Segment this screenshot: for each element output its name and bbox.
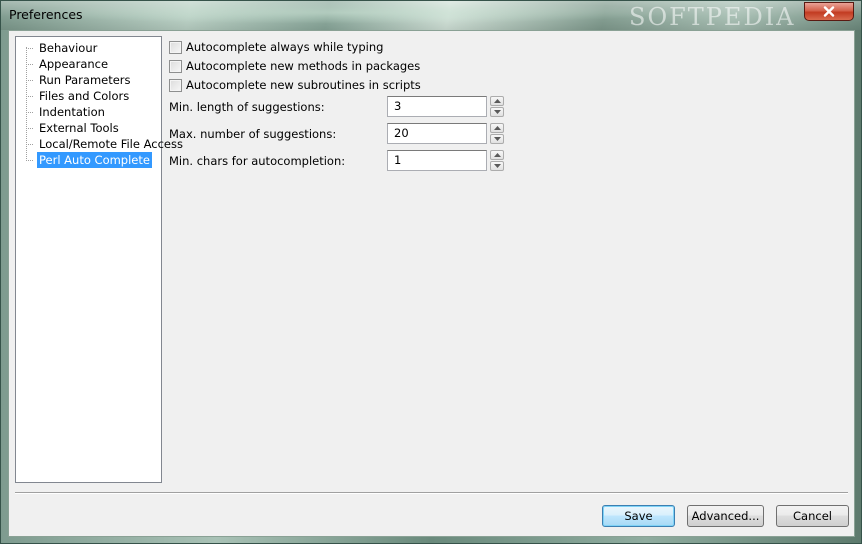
tree-item-label: Behaviour: [39, 41, 98, 55]
tree-branch-line: [26, 144, 33, 145]
dialog-client-area: Behaviour Appearance Run Parameters File…: [8, 30, 855, 537]
autocomplete-always-checkbox[interactable]: [169, 40, 182, 54]
spin-down-button[interactable]: [490, 107, 504, 117]
tree-branch-line: [26, 48, 33, 49]
tree-branch-line: [26, 64, 33, 65]
chevron-down-icon: [493, 137, 501, 141]
tree-branch-line: [26, 160, 33, 161]
checkbox-label: Autocomplete always while typing: [186, 40, 384, 54]
spin-up-button[interactable]: [490, 150, 504, 160]
tree-item-label: Appearance: [39, 57, 109, 71]
autocomplete-subroutines-checkbox[interactable]: [169, 78, 182, 92]
close-button[interactable]: [804, 2, 854, 21]
category-tree[interactable]: Behaviour Appearance Run Parameters File…: [15, 36, 183, 483]
autocomplete-subroutines-option[interactable]: Autocomplete new subroutines in scripts: [169, 77, 421, 93]
autocomplete-methods-checkbox[interactable]: [169, 59, 182, 73]
cancel-button[interactable]: Cancel: [776, 505, 849, 527]
preferences-window: Preferences SOFTPEDIA Behaviour Appearan…: [0, 0, 862, 544]
title-bar[interactable]: Preferences SOFTPEDIA: [1, 1, 861, 31]
tree-item-label: Run Parameters: [39, 73, 131, 87]
autocomplete-always-option[interactable]: Autocomplete always while typing: [169, 39, 383, 55]
spin-up-button[interactable]: [490, 96, 504, 106]
spin-down-button[interactable]: [490, 161, 504, 171]
chevron-up-icon: [493, 126, 501, 130]
min-chars-spinner[interactable]: [490, 150, 504, 171]
spin-down-button[interactable]: [490, 134, 504, 144]
checkbox-label: Autocomplete new methods in packages: [186, 59, 421, 73]
tree-item-label: Perl Auto Complete: [37, 152, 152, 168]
min-chars-label: Min. chars for autocompletion:: [169, 154, 346, 168]
tree-item-label: External Tools: [39, 121, 119, 135]
max-number-spinner[interactable]: [490, 123, 504, 144]
close-icon: [823, 6, 835, 17]
max-number-label: Max. number of suggestions:: [169, 127, 337, 141]
chevron-up-icon: [493, 99, 501, 103]
window-title: Preferences: [9, 7, 83, 22]
chevron-down-icon: [493, 164, 501, 168]
spin-up-button[interactable]: [490, 123, 504, 133]
tree-item-label: Indentation: [39, 105, 105, 119]
checkbox-label: Autocomplete new subroutines in scripts: [186, 78, 421, 92]
tree-branch-line: [26, 112, 33, 113]
tree-branch-line: [26, 128, 33, 129]
tree-branch-line: [26, 96, 33, 97]
save-button[interactable]: Save: [602, 505, 675, 527]
min-length-spinner[interactable]: [490, 96, 504, 117]
advanced-button[interactable]: Advanced...: [687, 505, 764, 527]
tree-item-label: Local/Remote File Access: [39, 137, 183, 151]
max-number-input[interactable]: 20: [387, 123, 487, 144]
tree-item-label: Files and Colors: [39, 89, 130, 103]
button-separator: [15, 492, 848, 494]
tree-branch-line: [26, 80, 33, 81]
min-length-input[interactable]: 3: [387, 96, 487, 117]
min-length-label: Min. length of suggestions:: [169, 100, 325, 114]
chevron-up-icon: [493, 153, 501, 157]
chevron-down-icon: [493, 110, 501, 114]
watermark: SOFTPEDIA: [629, 3, 796, 31]
autocomplete-methods-option[interactable]: Autocomplete new methods in packages: [169, 58, 420, 74]
min-chars-input[interactable]: 1: [387, 150, 487, 171]
